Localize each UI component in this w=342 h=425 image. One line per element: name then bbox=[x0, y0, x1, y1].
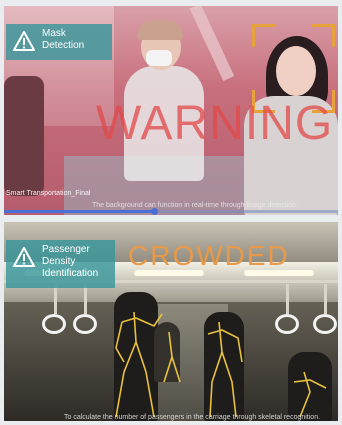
crowd-caption: To calculate the number of passengers in… bbox=[64, 414, 321, 421]
mask-caption: The background can function in real-time… bbox=[92, 202, 298, 209]
video-progress-fill bbox=[4, 210, 155, 213]
badge-label: Mask Detection bbox=[42, 28, 85, 51]
badge-label: Passenger Density Identification bbox=[42, 244, 99, 279]
warning-alert-text: WARNING bbox=[96, 97, 334, 150]
face-focus-bracket-top-right bbox=[312, 24, 335, 47]
skeleton-figure bbox=[299, 371, 311, 418]
skeleton-figure bbox=[209, 321, 223, 418]
skeleton-figure bbox=[221, 351, 237, 418]
skeleton-figure bbox=[163, 331, 173, 383]
video-file-label: Smart Transportation_Final bbox=[6, 190, 91, 197]
crowded-status-text: CROWDED bbox=[128, 240, 290, 271]
skeleton-figure bbox=[135, 341, 155, 418]
video-progress-bar[interactable] bbox=[4, 208, 338, 215]
face-focus-bracket-top-left bbox=[252, 24, 275, 47]
skeleton-figure bbox=[115, 321, 125, 363]
warning-triangle-icon bbox=[13, 31, 35, 51]
skeleton-figure bbox=[293, 379, 327, 389]
skeleton-figure bbox=[171, 356, 181, 383]
passenger-density-badge: Passenger Density Identification bbox=[6, 240, 115, 288]
skeleton-figure bbox=[121, 313, 163, 328]
passenger-unmasked-head bbox=[276, 46, 316, 96]
skeleton-figure bbox=[115, 311, 137, 418]
mask-detection-panel: Mask Detection WARNING Smart Transportat… bbox=[4, 6, 338, 215]
passenger-left-edge bbox=[4, 76, 44, 196]
mask-detection-badge: Mask Detection bbox=[6, 24, 112, 60]
skeleton-figure bbox=[207, 329, 243, 363]
grab-bar bbox=[189, 6, 235, 82]
warning-triangle-icon bbox=[13, 247, 35, 267]
face-mask bbox=[146, 50, 172, 66]
passenger-density-panel: Passenger Density Identification CROWDED… bbox=[4, 222, 338, 421]
passenger-cap bbox=[137, 20, 183, 40]
